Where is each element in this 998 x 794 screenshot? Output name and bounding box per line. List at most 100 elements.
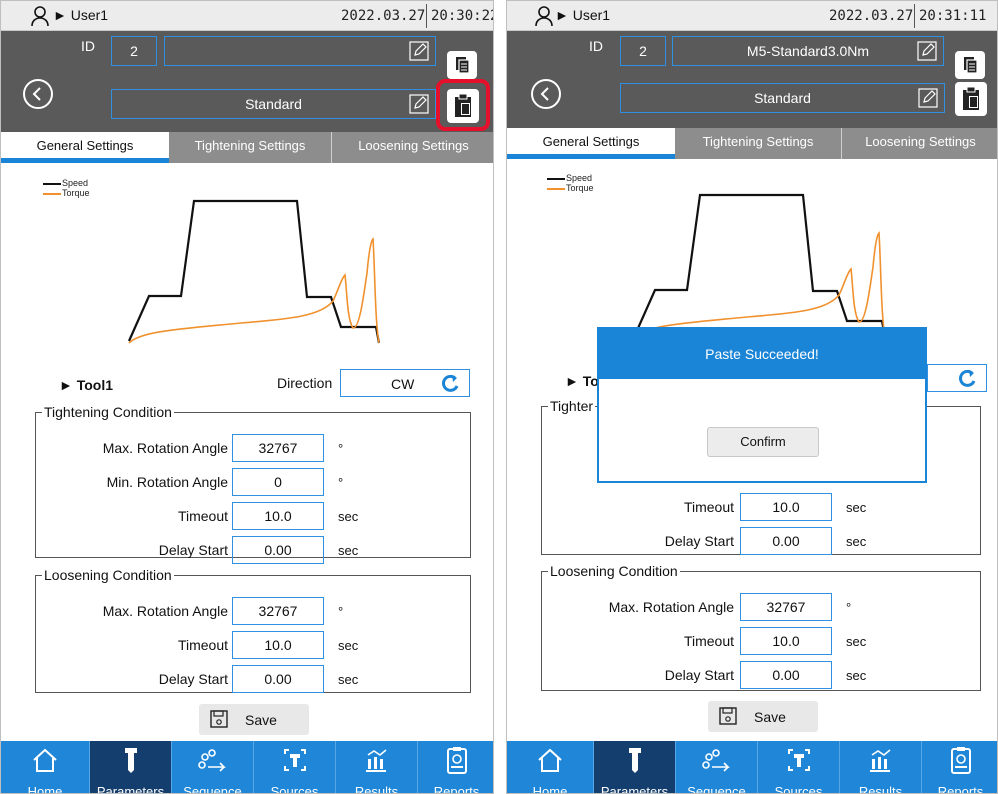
nav-sources-label: Sources: [774, 784, 823, 794]
row-min-rotation-angle: Min. Rotation Angle 0 °: [36, 468, 470, 496]
group-field[interactable]: Standard: [111, 89, 436, 119]
sec-unit: sec: [338, 543, 359, 558]
nav-sequence[interactable]: Sequence: [675, 741, 757, 793]
row-loosen-delay-start: Delay Start 0.00 sec: [36, 665, 470, 693]
tab-loosening-settings[interactable]: Loosening Settings: [332, 132, 493, 163]
loosening-condition-group: Loosening Condition Max. Rotation Angle …: [541, 563, 981, 691]
nav-home[interactable]: Home: [507, 741, 593, 793]
loosening-condition-title: Loosening Condition: [550, 563, 678, 579]
delay-start-input[interactable]: 0.00: [740, 527, 832, 555]
tab-tightening-settings[interactable]: Tightening Settings: [169, 132, 331, 163]
legend-torque-label: Torque: [62, 188, 90, 198]
min-rotation-angle-input[interactable]: 0: [232, 468, 324, 496]
pen-icon[interactable]: [918, 88, 938, 108]
nav-results[interactable]: Results: [839, 741, 921, 793]
degree-unit: °: [338, 475, 344, 490]
nav-parameters[interactable]: Parameters: [593, 741, 675, 793]
chart-legend: Speed Torque: [43, 178, 90, 198]
nav-parameters[interactable]: Parameters: [89, 741, 171, 793]
row-loosen-timeout: Timeout 10.0 sec: [542, 627, 980, 655]
date-display: 2022.03.27: [829, 8, 914, 24]
tab-tightening-settings[interactable]: Tightening Settings: [675, 128, 841, 159]
sec-unit: sec: [338, 638, 359, 653]
timeout-label: Timeout: [177, 508, 228, 524]
loosening-condition-title: Loosening Condition: [44, 567, 172, 583]
name-field[interactable]: M5-Standard3.0Nm: [672, 36, 944, 66]
rotate-icon[interactable]: [956, 368, 978, 390]
nav-reports[interactable]: Reports: [921, 741, 997, 794]
name-value: M5-Standard3.0Nm: [746, 43, 870, 59]
direction-label: Direction: [277, 375, 333, 391]
tab-general-settings[interactable]: General Settings: [1, 132, 169, 163]
copy-icon: [964, 57, 978, 74]
save-button[interactable]: Save: [708, 701, 818, 732]
user-icon: [31, 6, 49, 27]
max-rotation-angle-input[interactable]: 32767: [232, 434, 324, 462]
tab-general-settings[interactable]: General Settings: [507, 128, 675, 159]
save-icon: [210, 710, 228, 728]
loosen-timeout-input[interactable]: 10.0: [740, 627, 832, 655]
time-display: 20:31:11: [919, 8, 987, 24]
user-name[interactable]: ► User1: [555, 7, 610, 23]
delay-start-label: Delay Start: [664, 533, 734, 549]
delay-start-input[interactable]: 0.00: [232, 536, 324, 564]
nav-reports[interactable]: Reports: [417, 741, 493, 794]
bottom-navigation: Home Parameters Sequence Sources Results…: [1, 741, 493, 793]
loosen-max-rotation-angle-label: Max. Rotation Angle: [608, 599, 734, 615]
pen-icon[interactable]: [409, 94, 429, 114]
nav-reports-label: Reports: [433, 784, 480, 794]
user-name[interactable]: ► User1: [53, 7, 108, 23]
confirm-button[interactable]: Confirm: [707, 427, 819, 457]
nav-results-label: Results: [354, 784, 399, 794]
group-field[interactable]: Standard: [620, 83, 945, 113]
time-display: 20:30:22: [431, 8, 494, 24]
paste-button[interactable]: [447, 89, 479, 123]
loosen-timeout-input[interactable]: 10.0: [232, 631, 324, 659]
profile-chart: [633, 193, 887, 338]
chart-legend: Speed Torque: [547, 173, 594, 193]
name-field[interactable]: [164, 36, 436, 66]
pen-icon[interactable]: [409, 41, 429, 61]
nav-home[interactable]: Home: [1, 741, 89, 793]
parameter-header: ID 2 M5-Standard3.0Nm Standard: [507, 31, 997, 132]
nav-results[interactable]: Results: [335, 741, 417, 793]
row-delay-start: Delay Start 0.00 sec: [542, 527, 980, 555]
id-value: 2: [130, 43, 138, 59]
date-separator: [426, 4, 427, 28]
id-value: 2: [639, 43, 647, 59]
direction-selector[interactable]: CW: [340, 369, 470, 397]
id-field[interactable]: 2: [620, 36, 666, 66]
id-field[interactable]: 2: [111, 36, 157, 66]
paste-icon: [963, 86, 979, 110]
back-icon[interactable]: [531, 79, 561, 109]
nav-sources[interactable]: Sources: [253, 741, 335, 793]
copy-button[interactable]: [955, 51, 985, 79]
legend-torque: Torque: [547, 183, 594, 193]
date-separator: [914, 4, 915, 28]
save-button[interactable]: Save: [199, 704, 309, 735]
settings-tabs: General Settings Tightening Settings Loo…: [1, 132, 493, 163]
timeout-input[interactable]: 10.0: [232, 502, 324, 530]
loosen-delay-start-input[interactable]: 0.00: [740, 661, 832, 689]
direction-selector[interactable]: [927, 364, 987, 392]
loosen-max-rotation-angle-input[interactable]: 32767: [740, 593, 832, 621]
nav-reports-label: Reports: [937, 784, 984, 794]
nav-sequence-label: Sequence: [183, 784, 242, 794]
timeout-input[interactable]: 10.0: [740, 493, 832, 521]
row-loosen-max-rotation-angle: Max. Rotation Angle 32767 °: [36, 597, 470, 625]
loosen-delay-start-input[interactable]: 0.00: [232, 665, 324, 693]
nav-sequence[interactable]: Sequence: [171, 741, 253, 793]
loosen-timeout-label: Timeout: [683, 633, 734, 649]
rotate-icon[interactable]: [439, 373, 461, 395]
status-bar: ► User1 2022.03.27 20:31:11: [507, 1, 997, 31]
copy-button[interactable]: [447, 51, 477, 79]
pen-icon[interactable]: [917, 41, 937, 61]
back-icon[interactable]: [23, 79, 53, 109]
id-label: ID: [81, 38, 95, 54]
loosen-max-rotation-angle-input[interactable]: 32767: [232, 597, 324, 625]
wrench-icon: [628, 748, 641, 773]
paste-button[interactable]: [955, 82, 987, 116]
tab-loosening-settings[interactable]: Loosening Settings: [842, 128, 997, 159]
nav-sources[interactable]: Sources: [757, 741, 839, 793]
nav-parameters-label: Parameters: [600, 784, 669, 794]
